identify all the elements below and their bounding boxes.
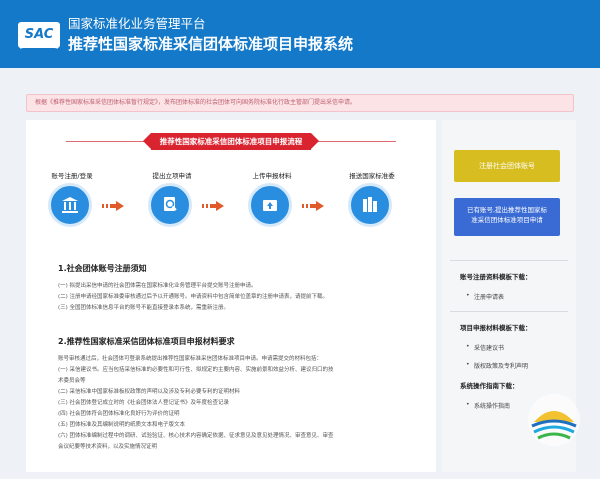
- section1-line: (二) 注册申请经国家标准委审核通过后予以开通账号。申请资料中包含简单位盖章的注…: [58, 294, 329, 300]
- bank-icon: [62, 197, 78, 213]
- divider: [450, 311, 568, 312]
- group-title-guide: 系统操作指南下载：: [460, 382, 519, 390]
- search-document-icon: [164, 197, 177, 211]
- step-label-submit: 报送国家标准委: [349, 172, 395, 180]
- section1-line: (一) 拟提出采信申请的社会团体需在国家标准化业务管理平台提交账号注册申请。: [58, 283, 257, 289]
- emblem-icon: [528, 394, 580, 446]
- group-title-materials: 项目申报材料模板下载：: [460, 324, 532, 332]
- logo-swoosh-icon: [19, 44, 59, 49]
- section2-line: 会议纪要等技术资料，以及实施情况证明: [58, 444, 158, 450]
- upload-icon: [263, 200, 277, 211]
- step-label-register: 账号注册/登录: [51, 172, 93, 180]
- flow-banner: 推荐性国家标准采信团体标准项目申报流程: [143, 133, 319, 150]
- download-link-proposal[interactable]: 采信建议书: [466, 343, 504, 352]
- step-register: [48, 183, 92, 227]
- register-account-button[interactable]: 注册社会团体账号: [454, 150, 560, 182]
- section1-line: (三) 全国团体标准信息平台的账号不能直接登录本系统，需重新注册。: [58, 305, 230, 311]
- arrow-right-icon: [202, 201, 224, 211]
- section2-line: 账号审核通过后，社会团体可登录系统提出推荐性国家标准采信团体标准项目申请。申请需…: [58, 356, 323, 362]
- step-upload: [248, 183, 292, 227]
- section2-line: 术委员会等: [58, 378, 86, 384]
- section1-title: 1.社会团体账号注册须知: [58, 264, 147, 273]
- download-link-copyright[interactable]: 版权政策及专利声明: [466, 361, 528, 370]
- step-label-apply: 提出立项申请: [152, 172, 192, 180]
- section2-title: 2.推荐性国家标准采信团体标准项目申报材料要求: [58, 337, 235, 346]
- apply-button-line: 准采信团体标准项目申请: [471, 216, 543, 224]
- header-bar: SAC 国家标准化业务管理平台 推荐性国家标准采信团体标准项目申报系统: [0, 0, 600, 68]
- system-title: 推荐性国家标准采信团体标准项目申报系统: [68, 35, 354, 53]
- section2-line: (一) 采信建议书。应当包括采信标准的必要性和可行性、拟规定的主要内容、实施前景…: [58, 367, 334, 373]
- section2-line: (四) 社会团体符合团体标准化良好行为评价的证明: [58, 411, 180, 417]
- group-title-register: 账号注册资料模板下载：: [460, 273, 532, 281]
- step-apply: [148, 183, 192, 227]
- step-label-upload: 上传申报材料: [252, 172, 292, 180]
- download-link-guide[interactable]: 系统操作指南: [466, 401, 510, 410]
- platform-title: 国家标准化业务管理平台: [68, 16, 206, 31]
- books-icon: [363, 197, 377, 212]
- section2-line: (六) 团体标准编制过程中的调研、试验验证、核心技术内容确定依据、征求意见及意见…: [58, 433, 334, 439]
- divider: [450, 260, 568, 261]
- arrow-right-icon: [102, 201, 124, 211]
- section2-line: (三) 社会团体登记成立时的《社会团体法人登记证书》及年度检查记录: [58, 400, 230, 406]
- step-submit: [348, 183, 392, 227]
- main-panel: 推荐性国家标准采信团体标准项目申报流程 账号注册/登录 提出立项申请 上传申报材…: [26, 120, 436, 472]
- section2-line: (五) 团体标准及其编制说明的纸质文本和电子版文本: [58, 422, 186, 428]
- apply-project-button[interactable]: 已有账号,提出推荐性国家标 准采信团体标准项目申请: [454, 198, 560, 236]
- apply-button-line: 已有账号,提出推荐性国家标: [466, 206, 548, 214]
- notice-bar: 根据《推荐性国家标准采信团体标准暂行规定》，发布团体标准的社会团体可向国务院标准…: [26, 94, 574, 112]
- arrow-right-icon: [302, 201, 324, 211]
- section2-line: (二) 采信标准中国家标准板权政策的声明以及涉及专利必要专利的证明材料: [58, 389, 241, 395]
- download-link-register-form[interactable]: 注册申请表: [466, 292, 504, 301]
